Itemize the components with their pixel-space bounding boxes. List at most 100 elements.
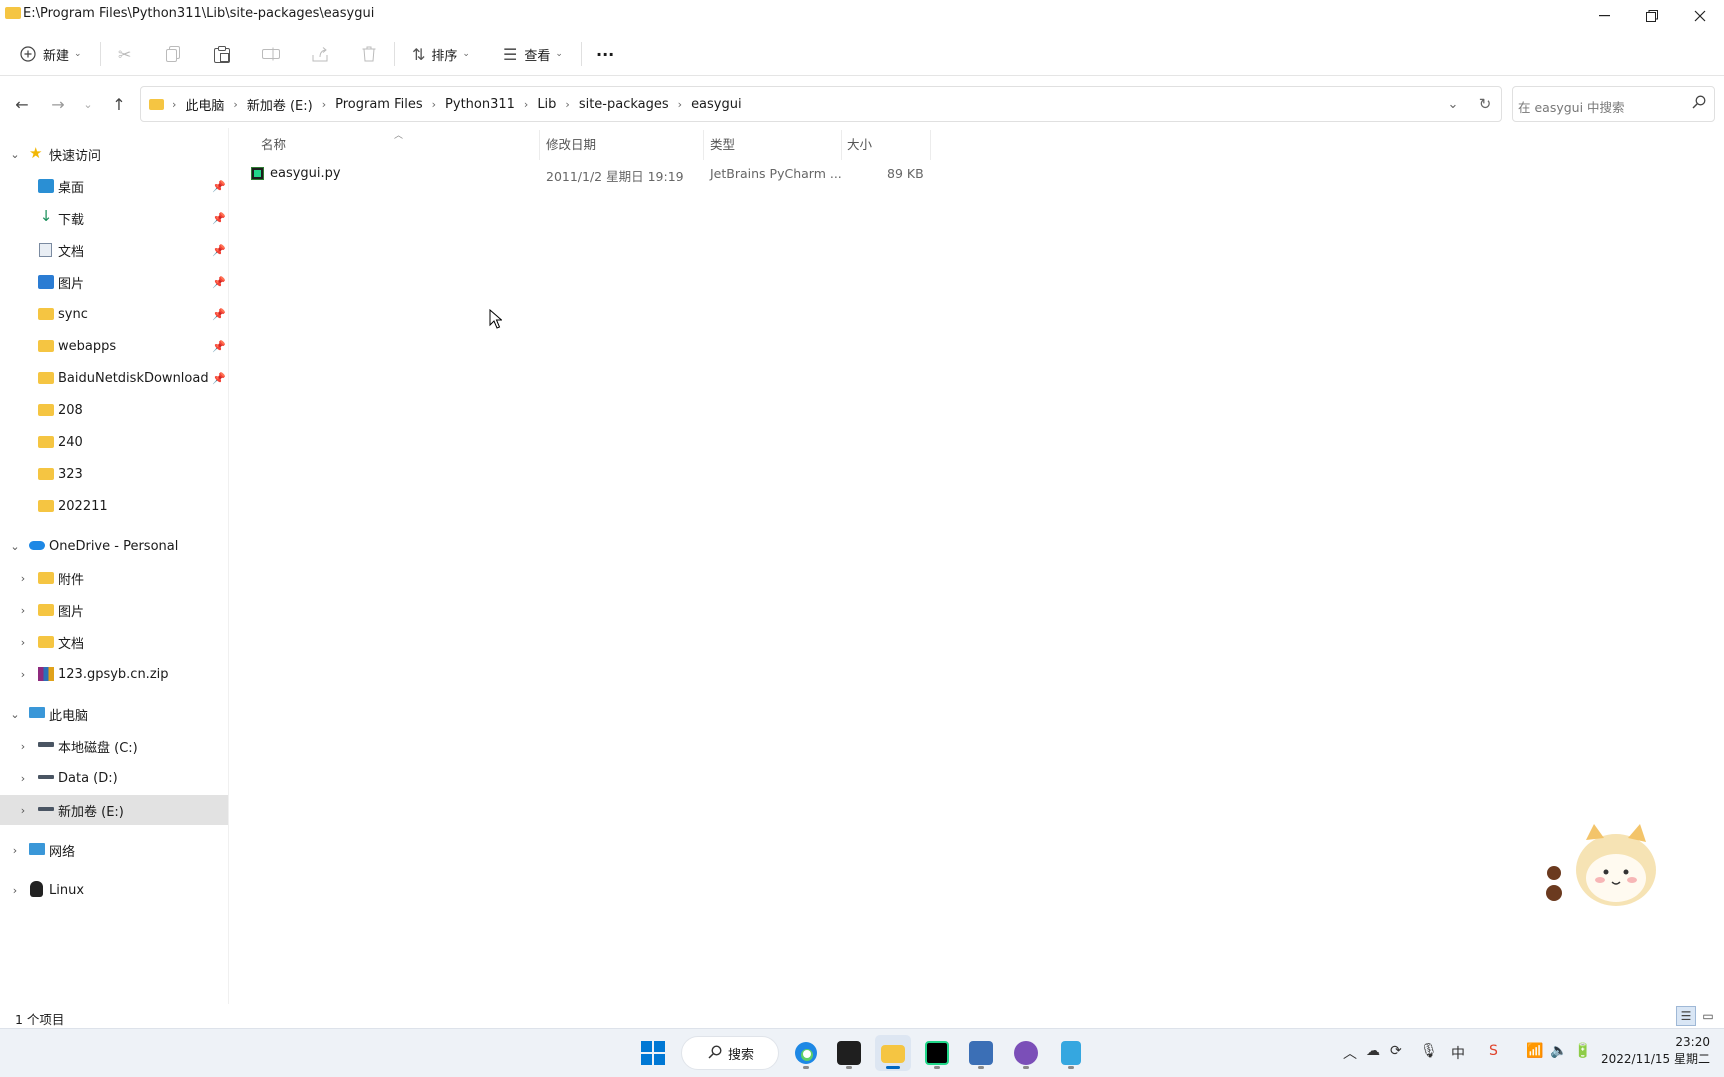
sidebar-item-onedrive[interactable]: ⌄ OneDrive - Personal bbox=[0, 531, 228, 561]
sidebar-item-208[interactable]: 208 bbox=[0, 395, 228, 425]
search-icon bbox=[1692, 95, 1706, 109]
file-size: 89 KB bbox=[887, 166, 924, 181]
battery-icon[interactable]: 🔋 bbox=[1574, 1043, 1591, 1059]
sidebar-item-onedrive-pictures[interactable]: › 图片 bbox=[0, 595, 228, 625]
forward-button[interactable]: → bbox=[44, 90, 72, 118]
new-button[interactable]: 新建 ⌄ bbox=[20, 40, 82, 68]
taskbar-app-file-explorer[interactable] bbox=[875, 1035, 911, 1071]
taskbar-search[interactable]: 搜索 bbox=[681, 1036, 779, 1070]
sidebar-item-onedrive-documents[interactable]: › 文档 bbox=[0, 627, 228, 657]
column-header-modified[interactable]: 修改日期 bbox=[546, 134, 596, 153]
chevron-down-icon: ⌄ bbox=[10, 707, 20, 721]
sidebar-item-linux[interactable]: › Linux bbox=[0, 875, 228, 905]
taskbar-app-media[interactable] bbox=[1008, 1035, 1044, 1071]
sidebar-item-240[interactable]: 240 bbox=[0, 427, 228, 457]
breadcrumb-item[interactable]: Program Files bbox=[335, 97, 423, 112]
details-view-button[interactable]: ☰ bbox=[1676, 1006, 1696, 1026]
chevron-right-icon: › bbox=[12, 843, 18, 857]
folder-icon bbox=[149, 98, 164, 110]
minimize-button[interactable] bbox=[1580, 0, 1628, 32]
volume-icon[interactable]: 🔈 bbox=[1550, 1043, 1567, 1059]
show-hidden-icons-button[interactable]: ︿ bbox=[1343, 1043, 1357, 1063]
breadcrumb-item[interactable]: easygui bbox=[691, 97, 742, 112]
table-row[interactable]: easygui.py 2011/1/2 星期日 19:19 JetBrains … bbox=[244, 160, 934, 188]
sogou-input-icon[interactable]: S bbox=[1489, 1043, 1498, 1059]
sidebar-item-sync[interactable]: sync 📌 bbox=[0, 299, 228, 329]
sidebar-item-webapps[interactable]: webapps 📌 bbox=[0, 331, 228, 361]
desktop-pet-widget[interactable] bbox=[1544, 818, 1668, 908]
column-header-type[interactable]: 类型 bbox=[710, 134, 735, 153]
refresh-button[interactable]: ↻ bbox=[1471, 87, 1499, 121]
taskbar-app-remote[interactable] bbox=[963, 1035, 999, 1071]
back-button[interactable]: ← bbox=[8, 90, 36, 118]
toolbar-divider bbox=[394, 42, 395, 66]
taskbar-app-pycharm[interactable] bbox=[919, 1035, 955, 1071]
view-button[interactable]: ☰ 查看 ⌄ bbox=[503, 40, 563, 68]
taskbar-app-notepad[interactable] bbox=[1053, 1035, 1089, 1071]
copy-button[interactable] bbox=[166, 40, 180, 68]
more-options-button[interactable]: ··· bbox=[596, 40, 614, 68]
recent-locations-button[interactable]: ⌄ bbox=[74, 90, 102, 118]
sidebar-item-drive-e[interactable]: › 新加卷 (E:) bbox=[0, 795, 228, 825]
taskbar-app-edge[interactable] bbox=[788, 1035, 824, 1071]
notepad-icon bbox=[1061, 1041, 1081, 1065]
sidebar-item-baidunetdiskdownload[interactable]: BaiduNetdiskDownload 📌 bbox=[0, 363, 228, 393]
sidebar-item-drive-d[interactable]: › Data (D:) bbox=[0, 763, 228, 793]
tiles-view-button[interactable]: ▭ bbox=[1698, 1006, 1718, 1026]
sidebar-item-network[interactable]: › 网络 bbox=[0, 835, 228, 865]
sidebar-item-documents[interactable]: 文档 📌 bbox=[0, 235, 228, 265]
column-divider[interactable] bbox=[703, 130, 704, 160]
column-header-size[interactable]: 大小 bbox=[847, 134, 872, 153]
sidebar-item-label: 图片 bbox=[58, 276, 85, 292]
close-button[interactable] bbox=[1676, 0, 1724, 32]
sidebar-item-quick-access[interactable]: ⌄ ★ 快速访问 bbox=[0, 139, 228, 169]
chevron-down-icon: ⌄ bbox=[74, 49, 82, 59]
up-button[interactable]: ↑ bbox=[105, 90, 133, 118]
paste-button[interactable] bbox=[214, 40, 230, 68]
address-bar[interactable]: › 此电脑 › 新加卷 (E:) › Program Files › Pytho… bbox=[140, 86, 1502, 122]
navigation-pane: ⌄ ★ 快速访问 桌面 📌 ↓ 下载 📌 文档 📌 图片 📌 sync 📌 we… bbox=[0, 128, 229, 1004]
breadcrumb-item[interactable]: 此电脑 bbox=[185, 95, 224, 114]
onedrive-tray-icon[interactable]: ☁ bbox=[1366, 1043, 1380, 1059]
sidebar-item-onedrive-attachments[interactable]: › 附件 bbox=[0, 563, 228, 593]
sidebar-item-downloads[interactable]: ↓ 下载 📌 bbox=[0, 203, 228, 233]
cut-button[interactable]: ✂ bbox=[118, 40, 131, 68]
taskbar-app-terminal[interactable] bbox=[831, 1035, 867, 1071]
chevron-right-icon: › bbox=[20, 771, 26, 785]
wifi-icon[interactable]: 📶 bbox=[1526, 1043, 1543, 1059]
system-clock[interactable]: 23:20 2022/11/15 星期二 bbox=[1601, 1034, 1710, 1068]
pin-icon: 📌 bbox=[212, 211, 226, 225]
search-box[interactable]: 在 easygui 中搜索 bbox=[1512, 86, 1715, 122]
column-divider[interactable] bbox=[930, 130, 931, 160]
breadcrumb-item[interactable]: Lib bbox=[537, 97, 556, 112]
sidebar-item-onedrive-zip[interactable]: › 123.gpsyb.cn.zip bbox=[0, 659, 228, 689]
breadcrumb-item[interactable]: site-packages bbox=[579, 97, 669, 112]
start-button[interactable] bbox=[635, 1035, 671, 1071]
clock-date: 2022/11/15 星期二 bbox=[1601, 1052, 1710, 1066]
folder-icon bbox=[38, 340, 54, 352]
breadcrumb-item[interactable]: Python311 bbox=[445, 97, 515, 112]
microphone-icon[interactable]: 🎙 bbox=[1420, 1043, 1438, 1059]
running-indicator bbox=[1068, 1066, 1074, 1069]
delete-button[interactable] bbox=[362, 40, 376, 68]
share-button[interactable] bbox=[312, 40, 328, 68]
sidebar-item-323[interactable]: 323 bbox=[0, 459, 228, 489]
column-divider[interactable] bbox=[841, 130, 842, 160]
ime-indicator[interactable]: 中 bbox=[1451, 1043, 1465, 1063]
address-history-button[interactable]: ⌄ bbox=[1439, 87, 1467, 121]
breadcrumb-item[interactable]: 新加卷 (E:) bbox=[247, 95, 313, 114]
column-divider[interactable] bbox=[539, 130, 540, 160]
sidebar-item-drive-c[interactable]: › 本地磁盘 (C:) bbox=[0, 731, 228, 761]
sidebar-item-desktop[interactable]: 桌面 📌 bbox=[0, 171, 228, 201]
sidebar-item-this-pc[interactable]: ⌄ 此电脑 bbox=[0, 699, 228, 729]
sync-tray-icon[interactable]: ⟳ bbox=[1390, 1043, 1402, 1059]
restore-button[interactable] bbox=[1628, 0, 1676, 32]
running-indicator bbox=[1023, 1066, 1029, 1069]
sidebar-item-202211[interactable]: 202211 bbox=[0, 491, 228, 521]
sidebar-item-label: webapps bbox=[58, 338, 117, 354]
copy-icon bbox=[166, 46, 180, 62]
sort-button[interactable]: ⇅ 排序 ⌄ bbox=[412, 40, 470, 68]
column-header-name[interactable]: 名称 bbox=[261, 134, 286, 153]
rename-button[interactable] bbox=[262, 40, 280, 68]
sidebar-item-pictures[interactable]: 图片 📌 bbox=[0, 267, 228, 297]
